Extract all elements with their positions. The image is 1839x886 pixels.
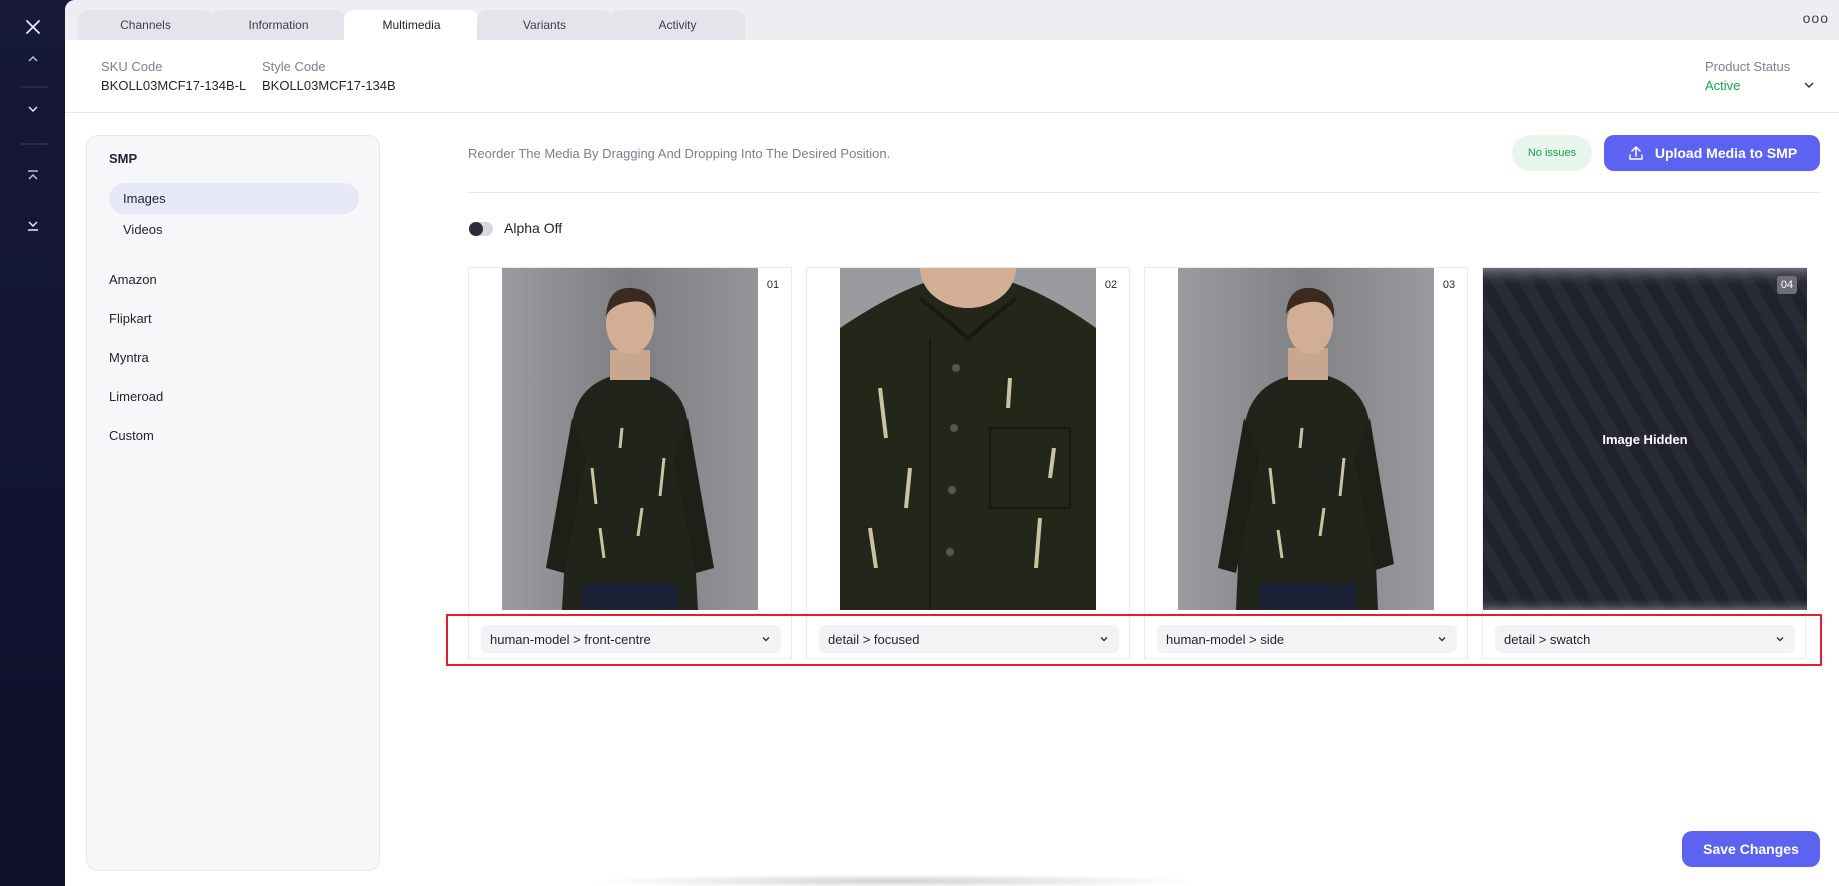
jump-to-top-icon[interactable] [22, 165, 44, 187]
sidebar-item-videos[interactable]: Videos [109, 214, 359, 245]
media-position-badge: 01 [763, 276, 783, 294]
product-header: SKU Code BKOLL03MCF17-134B-L Style Code … [65, 40, 1839, 113]
close-icon[interactable] [22, 16, 44, 38]
sidebar-item-myntra[interactable]: Myntra [109, 350, 149, 365]
sidebar-heading-smp[interactable]: SMP [109, 151, 137, 166]
chevron-up-icon[interactable] [22, 48, 44, 70]
image-hidden-label: Image Hidden [1602, 431, 1688, 447]
product-status-value[interactable]: Active [1705, 78, 1740, 93]
upload-media-label: Upload Media to SMP [1654, 145, 1798, 161]
sidebar-item-flipkart[interactable]: Flipkart [109, 311, 152, 326]
product-panel: Channels Information Multimedia Variants… [65, 0, 1839, 886]
sku-code-value: BKOLL03MCF17-134B-L [101, 78, 247, 93]
upload-media-button[interactable]: Upload Media to SMP [1604, 135, 1820, 171]
selection-highlight [446, 614, 1822, 666]
media-card[interactable]: Image Hidden 04 detail > swatch [1482, 267, 1807, 659]
toggle-knob [469, 222, 483, 236]
bottom-shadow [585, 874, 1205, 886]
tab-strip: Channels Information Multimedia Variants… [65, 0, 1839, 40]
tab-information[interactable]: Information [211, 10, 346, 40]
sidebar-item-images[interactable]: Images [109, 183, 359, 214]
rail-divider [20, 143, 48, 145]
upload-icon [1629, 146, 1643, 160]
style-code-value: BKOLL03MCF17-134B [262, 78, 396, 93]
style-code-label: Style Code [262, 59, 326, 74]
sidebar-item-amazon[interactable]: Amazon [109, 272, 157, 287]
sidebar-item-limeroad[interactable]: Limeroad [109, 389, 163, 404]
product-image-swatch-hidden: Image Hidden [1483, 268, 1807, 610]
media-position-badge: 02 [1101, 276, 1121, 294]
media-card[interactable]: 02 detail > focused [806, 267, 1130, 659]
tab-multimedia[interactable]: Multimedia [344, 10, 479, 40]
sku-code-label: SKU Code [101, 59, 163, 74]
sidebar-item-custom[interactable]: Custom [109, 428, 154, 443]
alpha-toggle[interactable] [469, 222, 493, 236]
channel-sidebar: SMP Images Videos Amazon Flipkart Myntra… [86, 135, 380, 871]
media-card[interactable]: 03 human-model > side [1144, 267, 1468, 659]
alpha-toggle-label: Alpha Off [504, 220, 563, 236]
status-badge: No issues [1512, 135, 1592, 171]
media-position-badge: 03 [1439, 276, 1459, 294]
media-position-badge: 04 [1777, 276, 1797, 294]
tab-channels[interactable]: Channels [78, 10, 213, 40]
toolbar-divider [468, 192, 1820, 193]
product-image-detail [840, 268, 1096, 610]
product-image-front [502, 268, 758, 610]
tab-activity[interactable]: Activity [610, 10, 745, 40]
jump-to-bottom-icon[interactable] [22, 214, 44, 236]
media-card[interactable]: 01 human-model > front-centre [468, 267, 792, 659]
product-image-side [1178, 268, 1434, 610]
product-status-label: Product Status [1705, 59, 1791, 74]
more-options-icon[interactable]: ooo [1803, 10, 1829, 26]
reorder-hint: Reorder The Media By Dragging And Droppi… [468, 146, 891, 161]
chevron-down-icon[interactable] [22, 98, 44, 120]
tab-variants[interactable]: Variants [477, 10, 612, 40]
save-changes-button[interactable]: Save Changes [1682, 831, 1820, 867]
chevron-down-icon[interactable] [1803, 78, 1817, 92]
left-rail [0, 0, 65, 886]
rail-divider [20, 86, 48, 88]
